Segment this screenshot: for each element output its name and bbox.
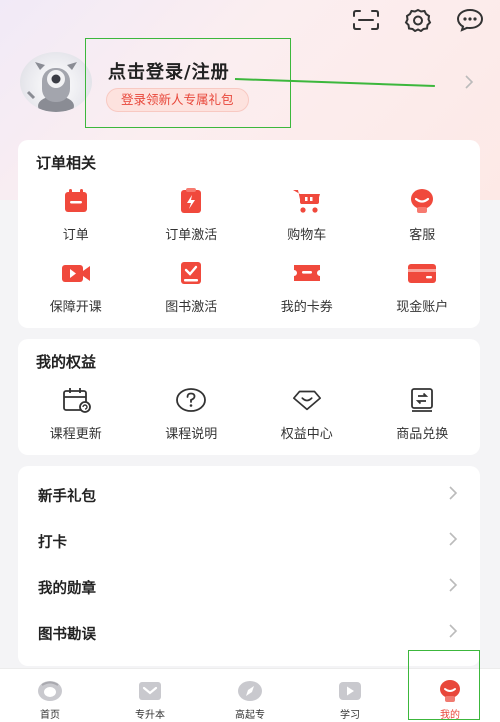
grid-item-label: 购物车 <box>287 228 327 243</box>
home-icon <box>36 678 64 704</box>
tab-mine[interactable]: 我的 <box>400 669 500 722</box>
grid-item-label: 订单激活 <box>165 228 218 243</box>
grid-item-label: 订单 <box>62 228 89 243</box>
grid-item-cash-account[interactable]: 现金账户 <box>365 258 481 330</box>
list-item-label: 我的勋章 <box>38 580 96 597</box>
tab-label: 我的 <box>440 710 460 721</box>
question-icon <box>175 385 207 415</box>
exchange-icon <box>406 385 438 415</box>
tab-label: 学习 <box>340 710 360 721</box>
list-item-check-in[interactable]: 打卡 <box>18 518 480 564</box>
tab-home[interactable]: 首页 <box>0 669 100 722</box>
grid-item-product-exchange[interactable]: 商品兑换 <box>365 385 481 457</box>
grid-item-course-info[interactable]: 课程说明 <box>134 385 250 457</box>
mail-icon <box>136 678 164 704</box>
list-item-newbie-gift[interactable]: 新手礼包 <box>18 472 480 518</box>
grid-item-label: 课程更新 <box>49 427 102 442</box>
benefits-card: 我的权益 课程更新 课程说明 权益中心 商品兑换 <box>18 339 480 455</box>
message-icon[interactable] <box>454 8 486 32</box>
list-item-label: 新手礼包 <box>38 488 96 505</box>
grid-item-label: 商品兑换 <box>396 427 449 442</box>
grid-item-course-update[interactable]: 课程更新 <box>18 385 134 457</box>
chevron-right-icon <box>448 577 458 597</box>
grid-item-label: 保障开课 <box>49 300 102 315</box>
play-icon <box>336 678 364 704</box>
tab-label: 高起专 <box>235 710 265 721</box>
grid-item-benefit-center[interactable]: 权益中心 <box>249 385 365 457</box>
profile-icon <box>436 678 464 704</box>
grid-item-label: 权益中心 <box>280 427 333 442</box>
benefits-grid: 课程更新 课程说明 权益中心 商品兑换 <box>18 385 480 457</box>
menu-list-card: 新手礼包 打卡 我的勋章 图书勘误 <box>18 466 480 666</box>
grid-item-label: 客服 <box>409 228 436 243</box>
tab-study[interactable]: 学习 <box>300 669 400 722</box>
card-icon <box>406 258 438 288</box>
video-course-icon <box>60 258 92 288</box>
order-icon <box>60 186 92 216</box>
chevron-right-icon <box>448 531 458 551</box>
coupon-icon <box>291 258 323 288</box>
bottom-tab-bar: 首页 专升本 高起专 学习 我的 <box>0 668 500 722</box>
grid-item-customer-service[interactable]: 客服 <box>365 186 481 258</box>
grid-item-cart[interactable]: 购物车 <box>249 186 365 258</box>
grid-item-book-activate[interactable]: 图书激活 <box>134 258 250 330</box>
compass-icon <box>236 678 264 704</box>
list-item-book-errata[interactable]: 图书勘误 <box>18 610 480 656</box>
chevron-right-icon <box>448 485 458 505</box>
settings-icon[interactable] <box>402 8 434 32</box>
profile-header[interactable]: 点击登录/注册 登录领新人专属礼包 <box>18 52 484 122</box>
tab-label: 专升本 <box>135 710 165 721</box>
grid-item-my-coupons[interactable]: 我的卡券 <box>249 258 365 330</box>
tab-upgrade-bachelor[interactable]: 专升本 <box>100 669 200 722</box>
list-item-label: 图书勘误 <box>38 626 96 643</box>
grid-item-label: 现金账户 <box>396 300 449 315</box>
grid-item-order-activate[interactable]: 订单激活 <box>134 186 250 258</box>
avatar[interactable] <box>20 52 92 112</box>
cart-icon <box>291 186 323 216</box>
top-toolbar <box>350 8 486 32</box>
heart-diamond-icon <box>291 385 323 415</box>
chevron-right-icon <box>448 623 458 643</box>
orders-section-title: 订单相关 <box>36 154 97 172</box>
grid-item-label: 我的卡券 <box>280 300 333 315</box>
orders-grid: 订单 订单激活 购物车 客服 保障开课 图书激活 我的卡券 现金账户 <box>18 186 480 330</box>
benefits-section-title: 我的权益 <box>36 353 97 371</box>
list-item-label: 打卡 <box>38 534 67 551</box>
chevron-right-icon[interactable] <box>464 74 474 94</box>
tab-label: 首页 <box>40 710 60 721</box>
orders-card: 订单相关 订单 订单激活 购物车 客服 保障开课 图书激活 我的卡券 现金账户 <box>18 140 480 328</box>
login-register-link[interactable]: 点击登录/注册 <box>108 58 230 84</box>
order-activate-icon <box>175 186 207 216</box>
grid-item-guaranteed-course[interactable]: 保障开课 <box>18 258 134 330</box>
grid-item-order[interactable]: 订单 <box>18 186 134 258</box>
grid-item-label: 图书激活 <box>165 300 218 315</box>
grid-item-label: 课程说明 <box>165 427 218 442</box>
scan-icon[interactable] <box>350 8 382 32</box>
list-item-my-medals[interactable]: 我的勋章 <box>18 564 480 610</box>
new-user-gift-badge[interactable]: 登录领新人专属礼包 <box>106 88 249 112</box>
customer-service-icon <box>406 186 438 216</box>
tab-high-school-to-college[interactable]: 高起专 <box>200 669 300 722</box>
calendar-refresh-icon <box>60 385 92 415</box>
book-activate-icon <box>175 258 207 288</box>
